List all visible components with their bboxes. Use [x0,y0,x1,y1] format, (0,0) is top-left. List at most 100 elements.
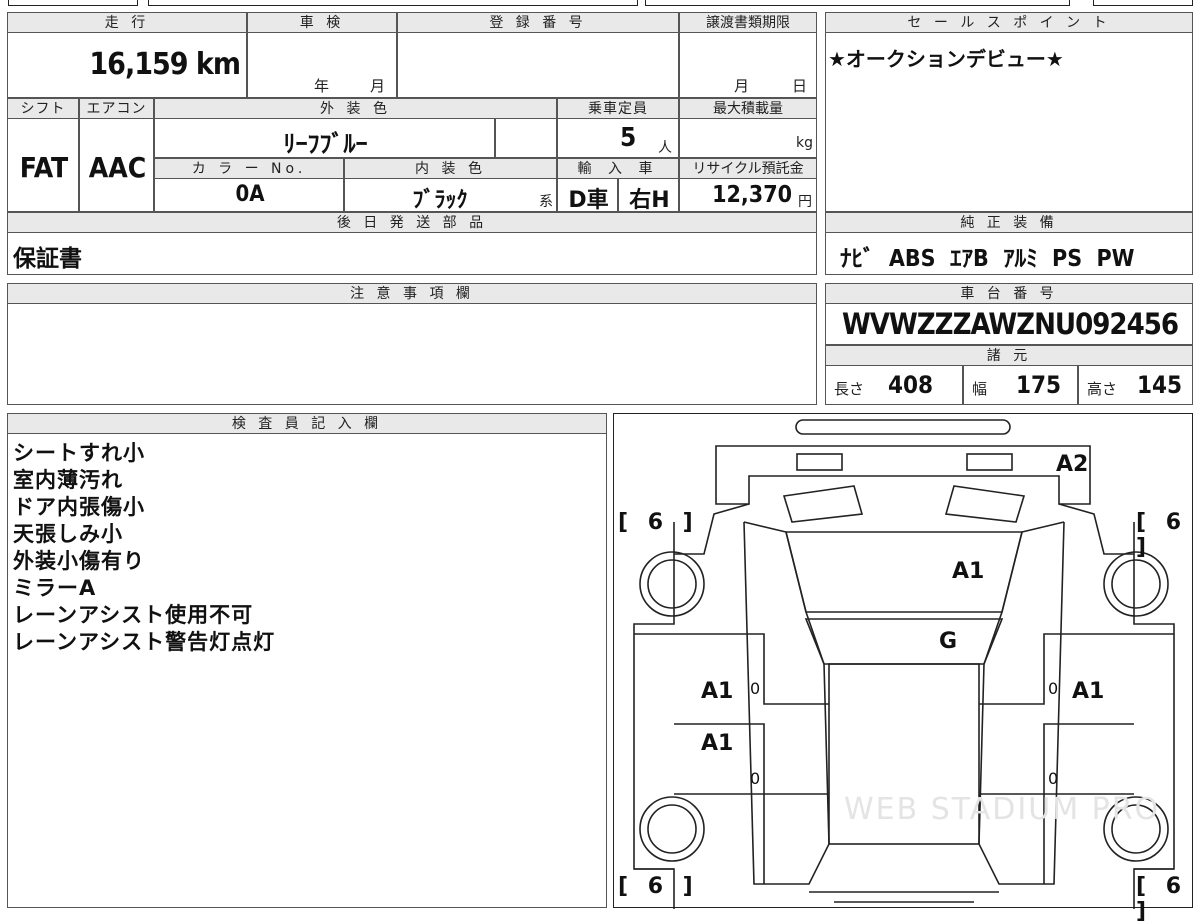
steering-value: 右H [629,188,670,213]
mileage-header: 走 行 [7,12,247,34]
inspector-header: 検 査 員 記 入 欄 [7,413,607,435]
tire-depth-front-left: [ 6 ] [618,874,699,899]
mark-rear-a2: A2 [1056,452,1089,477]
sales-point-cell: ★オークションデビュー★ [825,32,1193,212]
interior-color-value: ﾌﾞﾗｯｸ [412,188,468,213]
chassis-cell: WVWZZZAWZNU092456 [825,303,1193,345]
height-label: 高さ [1087,380,1118,398]
equipment-value: ﾅﾋﾞ ABS ｴｱB ｱﾙﾐ PS PW [840,246,1135,272]
shift-value: FAT [19,151,69,184]
wheel-rear-right-inner [1111,559,1161,609]
caution-panel: 注 意 事 項 欄 [7,283,817,405]
caution-cell [7,303,817,405]
shift-cell: FAT [7,118,79,212]
mileage-value: 16,159 km [89,47,241,82]
shift-header: シフト [7,98,79,120]
recycle-value: 12,370 [712,182,792,208]
import-cell: D車 [557,178,618,213]
zero-right-rear: 0 [1048,769,1059,788]
later-parts-value: 保証書 [13,246,82,272]
shaken-header: 車 検 [247,12,397,34]
transfer-deadline-cell: 月 日 [679,32,817,98]
later-parts-header: 後 日 発 送 部 品 [7,212,817,234]
inspector-notes-cell: シートすれ小 室内薄汚れ ドア内張傷小 天張しみ小 外装小傷有り ミラーA レー… [7,433,607,908]
mileage-cell: 16,159 km [7,32,247,98]
color-no-value: 0A [235,182,265,207]
rear-bumper-shape [795,419,1011,435]
interior-color-suffix: 系 [539,194,553,210]
tire-depth-rear-left: [ 6 ] [618,510,699,535]
registration-cell [397,32,679,98]
sales-point-text: ★オークションデビュー★ [828,47,1064,71]
aircon-value: AAC [88,151,147,184]
exterior-color-cell: ﾘｰﾌﾌﾞﾙｰ [154,118,495,158]
note-line: 天張しみ小 [13,522,123,546]
mark-roof-a1: A1 [952,559,985,584]
capacity-cell: 5 人 [557,118,679,158]
wheel-rear-right [1103,551,1169,617]
transfer-deadline-header: 譲渡書類期限 [679,12,817,34]
tire-depth-front-right: [ 6 ] [1136,874,1188,924]
transfer-month-label: 月 [734,77,750,95]
transfer-day-label: 日 [792,77,808,95]
shaken-cell: 年 月 [247,32,397,98]
recycle-cell: 12,370 円 [679,178,817,212]
left-pillar-line [743,521,830,885]
note-line: ドア内張傷小 [13,495,145,519]
windshield-panel [804,618,1004,665]
chassis-number: WVWZZZAWZNU092456 [841,307,1179,341]
capacity-unit: 人 [658,140,672,156]
mark-door-left-front: A1 [701,679,734,704]
rear-lamp-left [796,453,843,471]
car-damage-diagram: [ 6 ] [ 6 ] [ 6 ] [ 6 ] A2 A1 G A1 A1 A1… [613,413,1193,924]
max-load-unit: kg [796,135,813,151]
recycle-unit: 円 [798,194,812,210]
exterior-color-value: ﾘｰﾌﾌﾞﾙｰ [283,130,368,158]
wheel-rear-left [639,551,705,617]
length-label: 長さ [834,380,865,398]
top-edge-strip [0,0,1200,8]
zero-right-front: 0 [1048,679,1059,698]
rear-window-right [944,485,1026,523]
max-load-header: 最大積載量 [679,98,817,120]
shaken-year-label: 年 [314,77,330,95]
max-load-cell: kg [679,118,817,158]
mark-door-left-rear: A1 [701,731,734,756]
capacity-value: 5 [620,123,637,153]
tire-depth-rear-right: [ 6 ] [1136,510,1188,560]
import-header: 輸 入 車 [557,158,679,180]
rear-lamp-right [966,453,1013,471]
recycle-header: リサイクル預託金 [679,158,817,180]
width-label: 幅 [972,380,988,398]
rear-body-shape [715,445,1091,505]
color-no-header: カ ラ ー No. [154,158,344,180]
wheel-rear-left-inner [647,559,697,609]
note-line: レーンアシスト警告灯点灯 [13,630,276,654]
steering-cell: 右H [618,178,679,213]
zero-left-front: 0 [750,679,761,698]
vehicle-info-table: 走 行 車 検 登 録 番 号 譲渡書類期限 16,159 km 年 月 月 日… [7,12,817,275]
mark-door-right-front: A1 [1072,679,1105,704]
note-line: 外装小傷有り [13,549,145,573]
right-pillar-line [978,521,1065,885]
exterior-color-header: 外 装 色 [154,98,557,120]
equipment-header: 純 正 装 備 [825,212,1193,234]
interior-color-cell: ﾌﾞﾗｯｸ 系 [344,178,557,213]
length-cell: 長さ 408 [825,365,963,405]
wheel-front-left-inner [647,804,697,854]
note-line: ミラーA [13,576,97,600]
caution-header: 注 意 事 項 欄 [7,283,817,305]
zero-left-rear: 0 [750,769,761,788]
mark-glass-g: G [939,629,958,654]
capacity-header: 乗車定員 [557,98,679,120]
note-line: レーンアシスト使用不可 [13,603,254,627]
chassis-panel: 車 台 番 号 WVWZZZAWZNU092456 諸 元 長さ 408 幅 1… [825,283,1193,405]
width-value: 175 [1016,371,1062,399]
import-value: D車 [568,188,609,213]
sales-point-header: セ ー ル ス ポ イ ン ト [825,12,1193,34]
rear-window-left [782,485,864,523]
exterior-extra-cell [495,118,557,158]
width-cell: 幅 175 [963,365,1078,405]
height-cell: 高さ 145 [1078,365,1193,405]
specs-header: 諸 元 [825,345,1193,367]
